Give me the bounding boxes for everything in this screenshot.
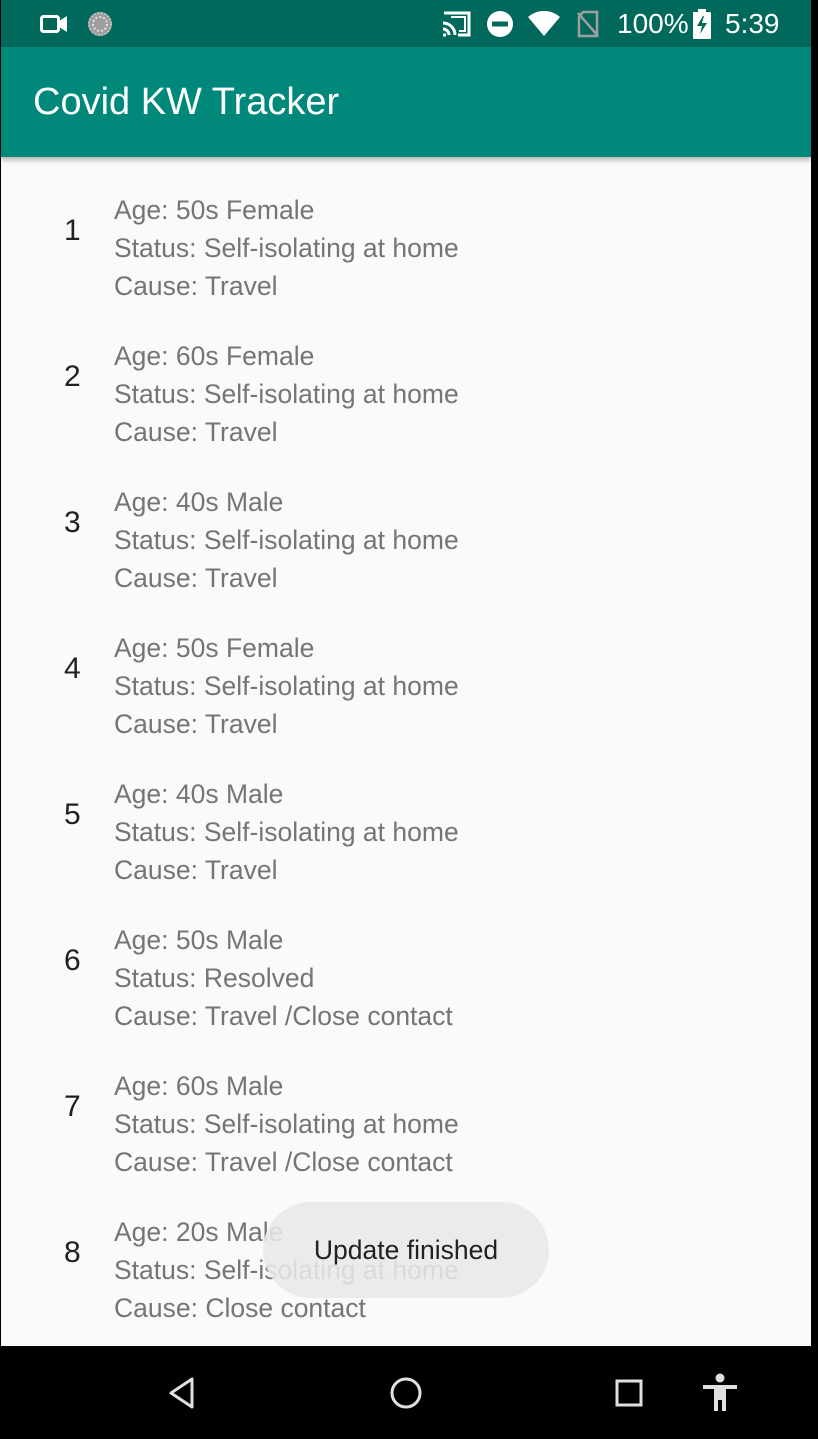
case-number: 4 <box>64 652 81 685</box>
app-window: 100% 5:39 Covid KW Tracker 1 Age: 50s Fe… <box>1 0 811 1346</box>
no-sim-icon <box>574 10 602 38</box>
loading-icon <box>85 10 115 38</box>
accessibility-icon[interactable] <box>695 1368 745 1418</box>
case-status: Status: Self-isolating at home <box>114 233 459 263</box>
case-cause: Cause: Travel /Close contact <box>114 1147 453 1177</box>
case-item-4[interactable]: 4 Age: 50s Female Status: Self-isolating… <box>1 595 811 741</box>
toast-message: Update finished <box>313 1234 499 1265</box>
battery-charging-icon <box>691 9 713 39</box>
status-bar: 100% 5:39 <box>1 0 811 47</box>
case-cause: Cause: Travel <box>114 709 278 739</box>
battery-percentage: 100% <box>617 8 689 39</box>
case-age: Age: 20s Male <box>114 1217 284 1247</box>
back-icon[interactable] <box>157 1368 207 1418</box>
cast-icon <box>439 10 473 38</box>
case-number: 8 <box>64 1236 81 1269</box>
case-status: Status: Self-isolating at home <box>114 1109 459 1139</box>
case-status: Status: Self-isolating at home <box>114 525 459 555</box>
video-camera-icon <box>39 10 69 38</box>
case-status: Status: Resolved <box>114 963 315 993</box>
case-age: Age: 50s Male <box>114 925 284 955</box>
case-cause: Cause: Travel /Close contact <box>114 1001 453 1031</box>
case-status: Status: Self-isolating at home <box>114 379 459 409</box>
case-list[interactable]: 1 Age: 50s Female Status: Self-isolating… <box>1 157 811 1346</box>
toast: Update finished <box>263 1202 549 1298</box>
navigation-bar <box>0 1346 818 1439</box>
do-not-disturb-icon <box>485 10 515 38</box>
case-item-7[interactable]: 7 Age: 60s Male Status: Self-isolating a… <box>1 1033 811 1179</box>
case-number: 5 <box>64 798 81 831</box>
case-age: Age: 40s Male <box>114 779 284 809</box>
case-age: Age: 60s Female <box>114 341 315 371</box>
case-age: Age: 60s Male <box>114 1071 284 1101</box>
case-item-5[interactable]: 5 Age: 40s Male Status: Self-isolating a… <box>1 741 811 887</box>
case-age: Age: 40s Male <box>114 487 284 517</box>
case-item-2[interactable]: 2 Age: 60s Female Status: Self-isolating… <box>1 303 811 449</box>
case-item-3[interactable]: 3 Age: 40s Male Status: Self-isolating a… <box>1 449 811 595</box>
case-number: 6 <box>64 944 81 977</box>
recents-icon[interactable] <box>604 1368 654 1418</box>
case-number: 2 <box>64 360 81 393</box>
case-status: Status: Self-isolating at home <box>114 671 459 701</box>
wifi-icon <box>527 10 561 38</box>
app-title: Covid KW Tracker <box>33 81 340 123</box>
case-cause: Cause: Travel <box>114 563 278 593</box>
case-item-6[interactable]: 6 Age: 50s Male Status: Resolved Cause: … <box>1 887 811 1033</box>
case-cause: Cause: Travel <box>114 855 278 885</box>
case-age: Age: 50s Female <box>114 195 315 225</box>
case-item-1[interactable]: 1 Age: 50s Female Status: Self-isolating… <box>1 157 811 303</box>
case-number: 3 <box>64 506 81 539</box>
case-number: 1 <box>64 214 81 247</box>
case-cause: Cause: Travel <box>114 417 278 447</box>
case-number: 7 <box>64 1090 81 1123</box>
case-status: Status: Self-isolating at home <box>114 817 459 847</box>
case-cause: Cause: Travel <box>114 271 278 301</box>
screen: 100% 5:39 Covid KW Tracker 1 Age: 50s Fe… <box>0 0 818 1439</box>
case-age: Age: 50s Female <box>114 633 315 663</box>
home-icon[interactable] <box>381 1368 431 1418</box>
status-time: 5:39 <box>725 8 780 39</box>
app-bar: Covid KW Tracker <box>1 47 811 157</box>
